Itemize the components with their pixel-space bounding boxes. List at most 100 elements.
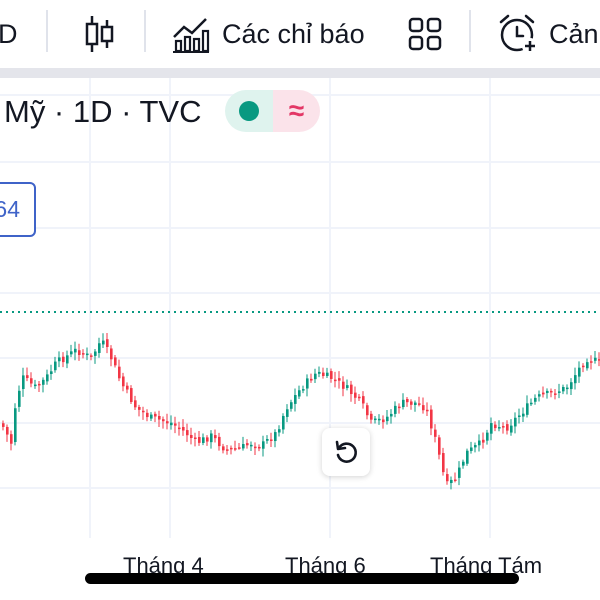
candle-down (258, 446, 261, 449)
candle-down (350, 384, 353, 395)
candle-down (542, 392, 545, 395)
layout-button[interactable] (408, 0, 442, 68)
candle-up (526, 403, 529, 415)
candle-down (206, 437, 209, 442)
candle-up (170, 422, 173, 426)
candle-down (442, 453, 445, 473)
candle-down (142, 410, 145, 413)
candle-up (326, 372, 329, 376)
candle-up (150, 414, 153, 419)
candle-down (218, 436, 221, 447)
candle-up (298, 390, 301, 397)
candle-up (94, 351, 97, 356)
candle-down (354, 392, 357, 398)
candle-down (270, 439, 273, 441)
candle-down (430, 409, 433, 429)
candle-down (330, 371, 333, 379)
candle-down (434, 429, 437, 437)
candle-up (570, 382, 573, 390)
candle-up (66, 355, 69, 364)
candle-down (554, 393, 557, 395)
candle-down (482, 439, 485, 443)
candle-down (118, 366, 121, 379)
candle-down (322, 372, 325, 377)
candle-up (574, 375, 577, 384)
symbol-legend[interactable]: Mỹ · 1D · TVC (0, 88, 202, 136)
candle-up (262, 441, 265, 449)
candle-up (274, 432, 277, 442)
candle-up (54, 361, 57, 371)
candle-up (346, 385, 349, 389)
candle-up (18, 390, 21, 407)
candle-down (134, 400, 137, 408)
candle-down (246, 443, 249, 446)
candle-up (394, 405, 397, 414)
candle-down (110, 348, 113, 360)
toolbar-bottom-border (0, 68, 600, 78)
price-value-text: 64 (0, 196, 20, 222)
alerts-button[interactable]: Cản (497, 0, 599, 68)
candle-down (154, 413, 157, 417)
candle-down (502, 426, 505, 428)
interval-button[interactable]: D (0, 0, 18, 68)
candles (2, 332, 600, 490)
candle-down (62, 356, 65, 363)
candle-up (286, 409, 289, 417)
candle-up (302, 389, 305, 391)
reset-chart-button[interactable] (322, 428, 370, 476)
candle-up (474, 445, 477, 448)
candle-up (102, 340, 105, 345)
candle-up (86, 353, 89, 356)
candle-down (222, 446, 225, 451)
indicators-button[interactable]: Các chỉ báo (172, 0, 365, 68)
candle-up (50, 371, 53, 375)
home-indicator[interactable] (85, 573, 519, 584)
candle-down (194, 437, 197, 439)
indicators-icon (173, 18, 210, 53)
candle-down (406, 398, 409, 403)
candle-down (38, 383, 41, 386)
candle-down (174, 423, 177, 426)
candle-down (398, 406, 401, 409)
price-value-badge[interactable]: 64 (0, 182, 36, 237)
chart-type-button[interactable] (84, 0, 114, 68)
candle-up (390, 413, 393, 417)
candle-down (410, 401, 413, 405)
candlestick-icon (85, 16, 114, 52)
candle-up (510, 425, 513, 433)
market-status-pill[interactable]: ≈ (225, 90, 320, 132)
candle-down (126, 385, 129, 390)
candle-down (382, 419, 385, 423)
alerts-label: Cản (549, 18, 599, 49)
candle-down (6, 426, 9, 435)
candle-down (26, 375, 29, 379)
candle-down (238, 447, 241, 449)
candle-up (538, 394, 541, 397)
candle-up (306, 378, 309, 389)
candle-up (462, 461, 465, 466)
candle-up (374, 418, 377, 421)
interval-label: D (0, 18, 18, 49)
candle-down (122, 376, 125, 387)
candle-up (282, 415, 285, 430)
candle-up (490, 423, 493, 434)
candle-up (42, 379, 45, 385)
top-toolbar: D Các chỉ báo Cản (0, 0, 600, 68)
price-chart[interactable] (0, 78, 600, 578)
candle-down (2, 423, 5, 427)
candle-down (198, 437, 201, 443)
candle-down (234, 448, 237, 450)
candle-up (594, 357, 597, 361)
candle-down (226, 449, 229, 451)
candle-down (550, 390, 553, 393)
candle-down (190, 434, 193, 439)
candle-down (310, 378, 313, 381)
toolbar-separator (469, 10, 471, 52)
candle-down (182, 426, 185, 431)
candle-up (22, 375, 25, 390)
candle-down (334, 379, 337, 382)
wave-icon: ≈ (288, 95, 305, 126)
candle-up (242, 444, 245, 449)
candle-up (530, 402, 533, 405)
indicators-label: Các chỉ báo (222, 18, 365, 49)
